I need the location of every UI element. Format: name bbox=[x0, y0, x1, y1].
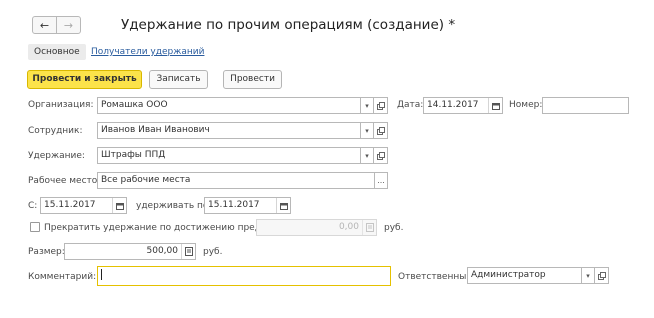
deduction-label: Удержание: bbox=[28, 151, 85, 161]
open-form-icon bbox=[376, 151, 385, 160]
employee-field[interactable]: Иванов Иван Иванович bbox=[97, 122, 361, 139]
comment-field[interactable] bbox=[97, 266, 391, 286]
tab-recipients[interactable]: Получатели удержаний bbox=[91, 46, 204, 58]
write-button[interactable]: Записать bbox=[149, 70, 208, 89]
ellipsis-icon: ... bbox=[377, 175, 385, 185]
organization-dropdown-button[interactable]: ▾ bbox=[360, 97, 374, 114]
hold-until-date-field[interactable]: 15.11.2017 bbox=[204, 197, 291, 214]
from-date-value: 15.11.2017 bbox=[44, 200, 96, 210]
date-value: 14.11.2017 bbox=[427, 100, 479, 110]
open-form-icon bbox=[376, 101, 385, 110]
stop-at-limit-checkbox[interactable] bbox=[30, 222, 40, 232]
forward-button[interactable]: → bbox=[56, 16, 81, 34]
date-field[interactable]: 14.11.2017 bbox=[423, 97, 503, 114]
calculator-icon bbox=[365, 223, 374, 232]
deduction-open-button[interactable] bbox=[374, 147, 388, 164]
employee-open-button[interactable] bbox=[374, 122, 388, 139]
tab-main[interactable]: Основное bbox=[28, 44, 86, 60]
hold-until-calendar-button[interactable] bbox=[276, 198, 290, 213]
open-form-icon bbox=[376, 126, 385, 135]
chevron-down-icon: ▾ bbox=[365, 126, 369, 135]
employee-dropdown-button[interactable]: ▾ bbox=[360, 122, 374, 139]
arrow-left-icon: ← bbox=[39, 18, 50, 32]
organization-field[interactable]: Ромашка ООО bbox=[97, 97, 361, 114]
limit-calculator-button[interactable] bbox=[362, 220, 376, 235]
limit-value: 0,00 bbox=[338, 222, 359, 232]
workplace-value: Все рабочие места bbox=[101, 175, 191, 185]
amount-calculator-button[interactable] bbox=[181, 244, 195, 259]
chevron-down-icon: ▾ bbox=[365, 101, 369, 110]
hold-until-date-value: 15.11.2017 bbox=[208, 200, 260, 210]
post-button[interactable]: Провести bbox=[223, 70, 282, 89]
chevron-down-icon: ▾ bbox=[365, 151, 369, 160]
from-calendar-button[interactable] bbox=[112, 198, 126, 213]
deduction-dropdown-button[interactable]: ▾ bbox=[360, 147, 374, 164]
deduction-value: Штрафы ППД bbox=[101, 150, 166, 160]
amount-label: Размер: bbox=[28, 247, 65, 257]
number-field[interactable] bbox=[542, 97, 629, 114]
organization-open-button[interactable] bbox=[374, 97, 388, 114]
responsible-open-button[interactable] bbox=[595, 267, 609, 284]
employee-label: Сотрудник: bbox=[28, 126, 83, 136]
calendar-icon bbox=[115, 202, 124, 210]
chevron-down-icon: ▾ bbox=[586, 271, 590, 280]
limit-field[interactable]: 0,00 bbox=[256, 219, 377, 236]
calendar-icon bbox=[491, 102, 500, 110]
from-label: С: bbox=[28, 201, 38, 211]
number-label: Номер: bbox=[509, 100, 543, 110]
responsible-dropdown-button[interactable]: ▾ bbox=[581, 267, 595, 284]
amount-value: 500,00 bbox=[146, 246, 179, 256]
employee-value: Иванов Иван Иванович bbox=[101, 125, 210, 135]
open-form-icon bbox=[597, 271, 606, 280]
workplace-label: Рабочее место: bbox=[28, 176, 101, 186]
responsible-value: Администратор bbox=[471, 270, 546, 280]
comment-label: Комментарий: bbox=[28, 272, 97, 282]
amount-field[interactable]: 500,00 bbox=[64, 243, 196, 260]
calculator-icon bbox=[184, 247, 193, 256]
back-button[interactable]: ← bbox=[32, 16, 57, 34]
workplace-select-button[interactable]: ... bbox=[374, 172, 388, 189]
arrow-right-icon: → bbox=[63, 18, 74, 32]
amount-unit: руб. bbox=[203, 247, 223, 257]
responsible-field[interactable]: Администратор bbox=[467, 267, 582, 284]
date-calendar-button[interactable] bbox=[488, 98, 502, 113]
hold-until-label: удерживать по: bbox=[136, 201, 212, 211]
organization-value: Ромашка ООО bbox=[101, 100, 168, 110]
page-title: Удержание по прочим операциям (создание)… bbox=[121, 17, 456, 33]
date-label: Дата: bbox=[397, 100, 424, 110]
post-and-close-button[interactable]: Провести и закрыть bbox=[27, 70, 142, 89]
responsible-label: Ответственный: bbox=[398, 272, 476, 282]
deduction-field[interactable]: Штрафы ППД bbox=[97, 147, 361, 164]
text-cursor bbox=[101, 269, 102, 280]
workplace-field[interactable]: Все рабочие места bbox=[97, 172, 375, 189]
from-date-field[interactable]: 15.11.2017 bbox=[40, 197, 127, 214]
organization-label: Организация: bbox=[28, 100, 94, 110]
stop-at-limit-label: Прекратить удержание по достижению преде… bbox=[44, 223, 278, 233]
calendar-icon bbox=[279, 202, 288, 210]
limit-unit: руб. bbox=[384, 223, 404, 233]
